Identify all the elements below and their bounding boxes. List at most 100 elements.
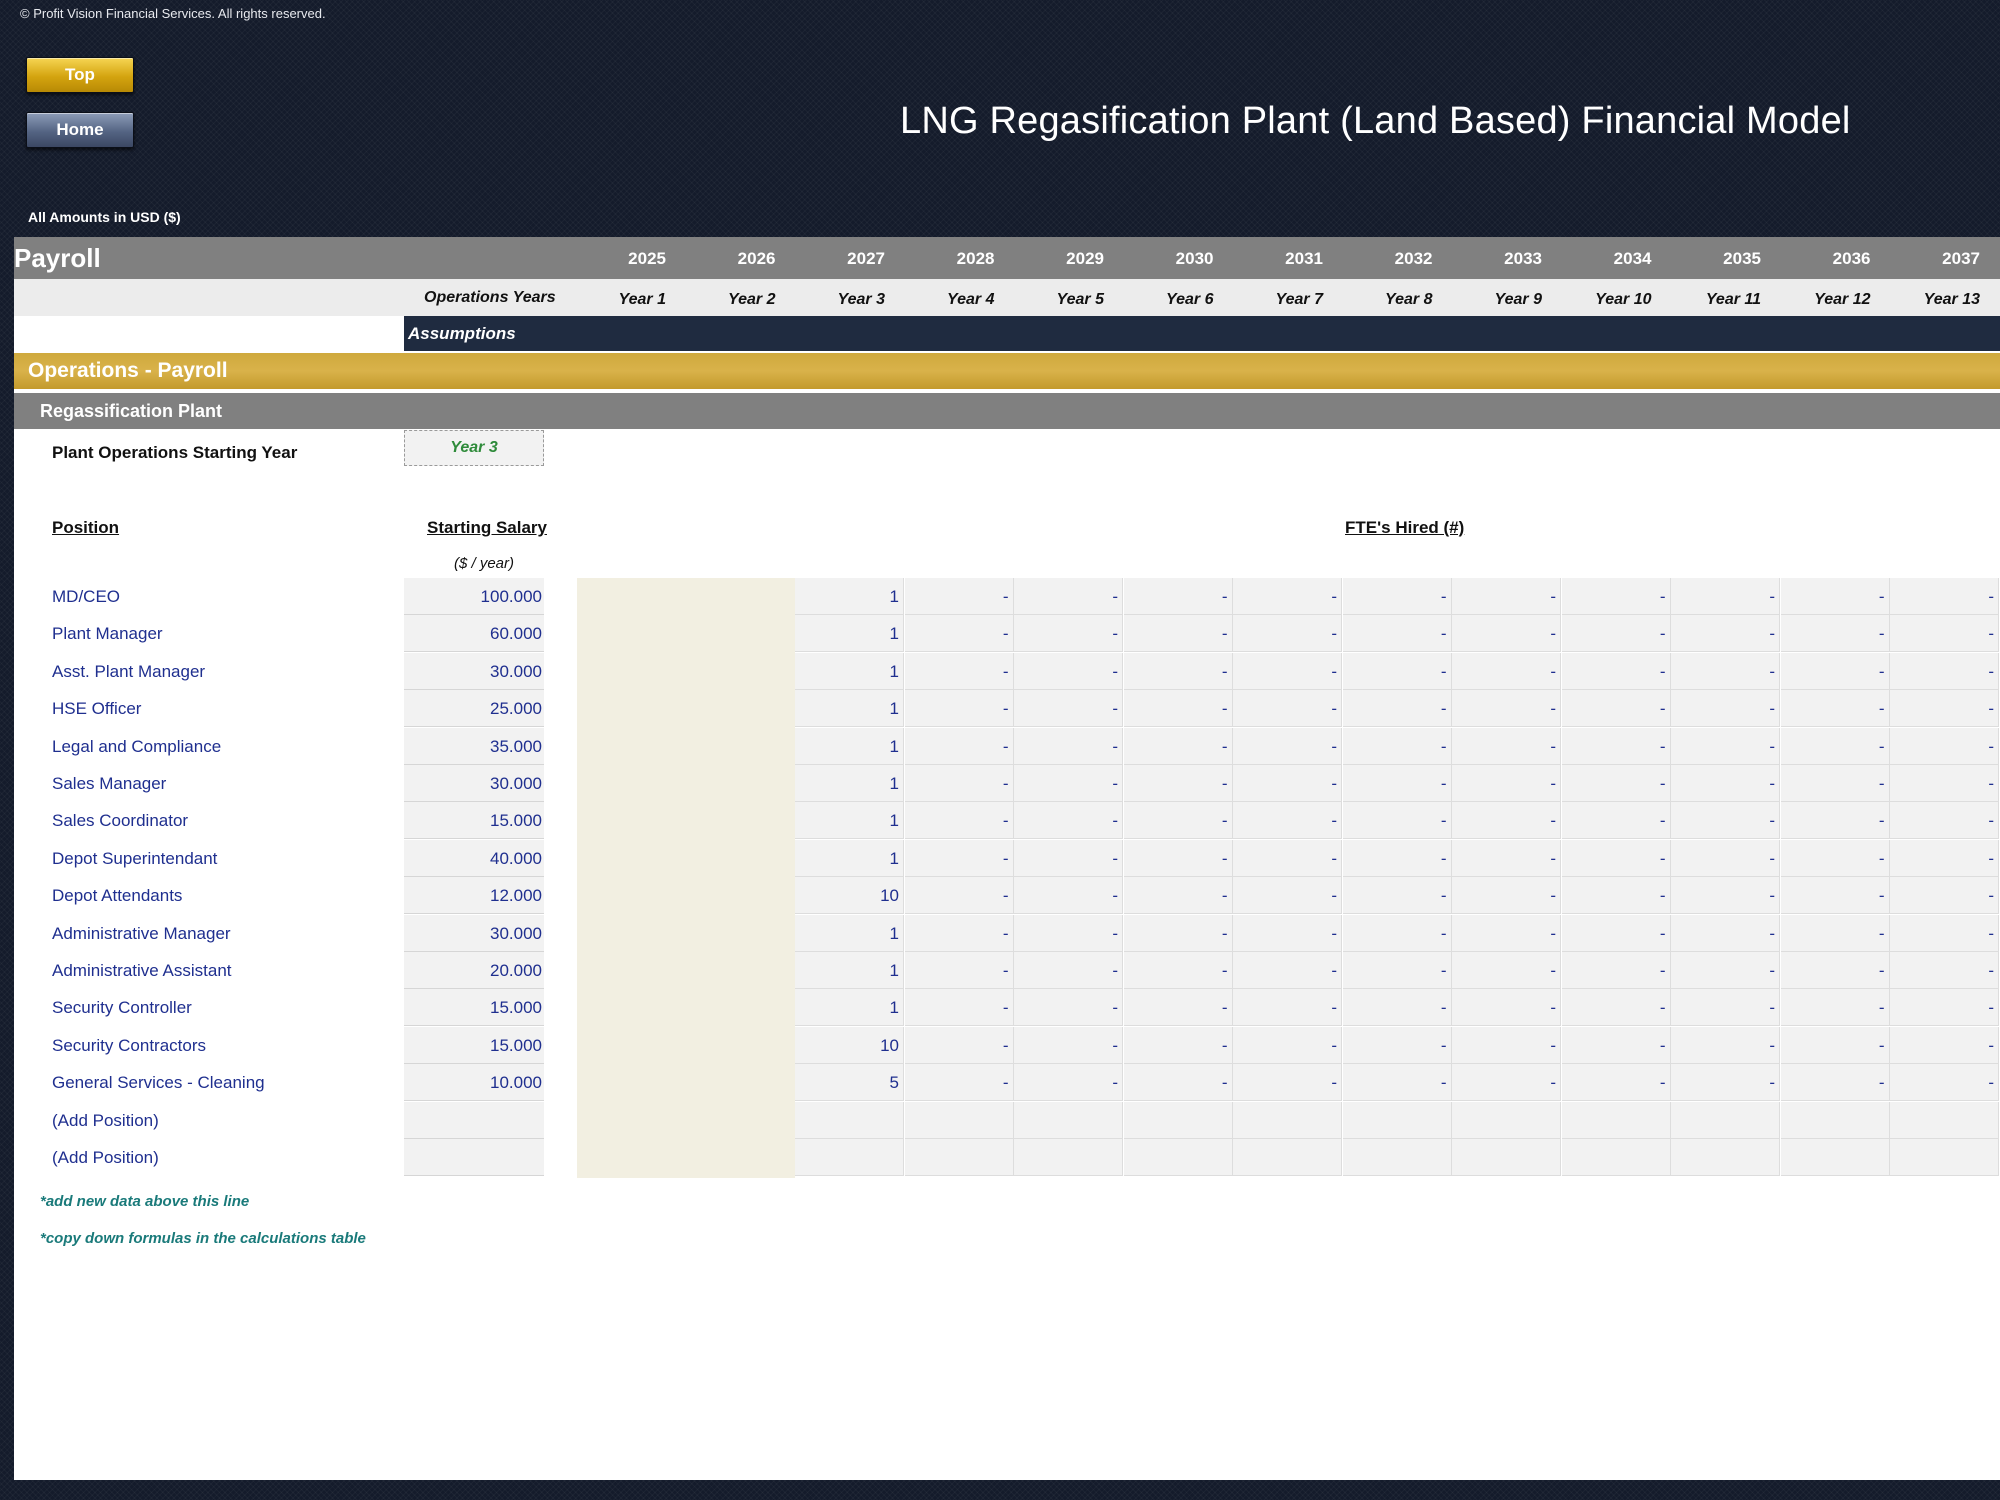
fte-cell[interactable]: - xyxy=(1014,914,1123,952)
fte-cell[interactable]: - xyxy=(1452,952,1561,989)
fte-cell[interactable]: - xyxy=(1561,727,1671,765)
fte-cell[interactable]: - xyxy=(1452,615,1561,653)
fte-cell[interactable]: - xyxy=(1890,839,1999,877)
fte-cell[interactable]: - xyxy=(1561,877,1671,915)
fte-cell[interactable]: - xyxy=(1452,839,1561,877)
position-name[interactable]: Administrative Manager xyxy=(52,924,231,944)
fte-cell[interactable]: - xyxy=(904,652,1014,690)
fte-cell[interactable]: - xyxy=(1780,839,1890,877)
fte-cell[interactable]: - xyxy=(1671,652,1780,690)
fte-cell[interactable]: - xyxy=(1671,802,1780,840)
salary-input[interactable] xyxy=(404,1139,544,1176)
fte-cell[interactable]: - xyxy=(1671,914,1780,952)
salary-input[interactable]: 30.000 xyxy=(404,914,544,952)
fte-cell[interactable]: - xyxy=(1890,578,1999,615)
fte-cell[interactable]: - xyxy=(1014,989,1123,1027)
fte-cell[interactable]: - xyxy=(1452,877,1561,915)
fte-cell[interactable] xyxy=(1890,1139,1999,1176)
fte-cell[interactable]: - xyxy=(1671,578,1780,615)
fte-cell[interactable]: - xyxy=(904,765,1014,802)
fte-cell[interactable]: 10 xyxy=(795,877,904,915)
start-year-input[interactable]: Year 3 xyxy=(404,430,544,466)
fte-cell[interactable]: - xyxy=(1123,989,1233,1027)
fte-cell[interactable] xyxy=(1561,1101,1671,1139)
fte-cell[interactable]: - xyxy=(1780,765,1890,802)
fte-cell[interactable]: - xyxy=(1671,839,1780,877)
fte-cell[interactable]: - xyxy=(1014,727,1123,765)
fte-cell[interactable]: - xyxy=(1233,989,1342,1027)
fte-cell[interactable] xyxy=(904,1101,1014,1139)
fte-cell[interactable]: - xyxy=(1452,989,1561,1027)
fte-cell[interactable] xyxy=(1342,1139,1452,1176)
fte-cell[interactable] xyxy=(1123,1101,1233,1139)
fte-cell[interactable]: - xyxy=(1671,615,1780,653)
fte-cell[interactable]: - xyxy=(1561,1064,1671,1102)
fte-cell[interactable]: - xyxy=(1561,765,1671,802)
fte-cell[interactable]: - xyxy=(1671,1026,1780,1064)
fte-cell[interactable]: - xyxy=(1123,839,1233,877)
fte-cell[interactable]: - xyxy=(1342,727,1452,765)
fte-cell[interactable]: - xyxy=(1342,690,1452,728)
fte-cell[interactable]: - xyxy=(1014,952,1123,989)
fte-cell[interactable]: - xyxy=(1780,652,1890,690)
fte-cell[interactable]: - xyxy=(1123,765,1233,802)
fte-cell[interactable]: - xyxy=(1233,952,1342,989)
fte-cell[interactable]: - xyxy=(1561,802,1671,840)
fte-cell[interactable]: - xyxy=(1342,765,1452,802)
fte-cell[interactable] xyxy=(1890,1101,1999,1139)
fte-cell[interactable] xyxy=(904,1139,1014,1176)
position-name[interactable]: Depot Superintendant xyxy=(52,849,217,869)
fte-cell[interactable]: 1 xyxy=(795,690,904,728)
position-name[interactable]: Security Contractors xyxy=(52,1036,206,1056)
fte-cell[interactable]: - xyxy=(1123,690,1233,728)
fte-cell[interactable]: - xyxy=(1342,802,1452,840)
fte-cell[interactable]: - xyxy=(1123,1064,1233,1102)
fte-cell[interactable]: - xyxy=(1890,615,1999,653)
fte-cell[interactable]: - xyxy=(1561,952,1671,989)
fte-cell[interactable]: - xyxy=(1890,914,1999,952)
fte-cell[interactable]: - xyxy=(904,877,1014,915)
fte-cell[interactable]: - xyxy=(1342,1064,1452,1102)
fte-cell[interactable]: - xyxy=(1342,1026,1452,1064)
fte-cell[interactable]: 1 xyxy=(795,952,904,989)
fte-cell[interactable] xyxy=(795,1101,904,1139)
fte-cell[interactable]: - xyxy=(1671,690,1780,728)
fte-cell[interactable] xyxy=(1671,1101,1780,1139)
position-name[interactable]: (Add Position) xyxy=(52,1111,159,1131)
fte-cell[interactable] xyxy=(1233,1139,1342,1176)
fte-cell[interactable]: - xyxy=(1452,652,1561,690)
fte-cell[interactable]: - xyxy=(1123,1026,1233,1064)
salary-input[interactable] xyxy=(404,1101,544,1139)
position-name[interactable]: Sales Manager xyxy=(52,774,166,794)
fte-cell[interactable]: - xyxy=(1452,578,1561,615)
fte-cell[interactable]: - xyxy=(1233,615,1342,653)
fte-cell[interactable]: - xyxy=(1123,952,1233,989)
fte-cell[interactable]: - xyxy=(1671,727,1780,765)
fte-cell[interactable]: - xyxy=(1123,914,1233,952)
fte-cell[interactable]: - xyxy=(904,1026,1014,1064)
fte-cell[interactable]: - xyxy=(1671,1064,1780,1102)
fte-cell[interactable]: - xyxy=(1123,802,1233,840)
fte-cell[interactable]: - xyxy=(1342,877,1452,915)
fte-cell[interactable]: - xyxy=(1014,615,1123,653)
fte-cell[interactable]: - xyxy=(1561,989,1671,1027)
fte-cell[interactable]: 1 xyxy=(795,578,904,615)
position-name[interactable]: General Services - Cleaning xyxy=(52,1073,265,1093)
fte-cell[interactable]: - xyxy=(1780,802,1890,840)
fte-cell[interactable] xyxy=(1780,1101,1890,1139)
fte-cell[interactable]: 1 xyxy=(795,914,904,952)
salary-input[interactable]: 20.000 xyxy=(404,952,544,989)
fte-cell[interactable]: - xyxy=(1342,914,1452,952)
fte-cell[interactable]: - xyxy=(1452,727,1561,765)
fte-cell[interactable]: - xyxy=(1890,690,1999,728)
position-name[interactable]: Plant Manager xyxy=(52,624,163,644)
fte-cell[interactable]: - xyxy=(1233,1064,1342,1102)
fte-cell[interactable] xyxy=(1342,1101,1452,1139)
fte-cell[interactable]: 1 xyxy=(795,615,904,653)
fte-cell[interactable]: - xyxy=(1342,578,1452,615)
fte-cell[interactable]: - xyxy=(904,839,1014,877)
position-name[interactable]: Sales Coordinator xyxy=(52,811,188,831)
fte-cell[interactable]: - xyxy=(1780,578,1890,615)
position-name[interactable]: Security Controller xyxy=(52,998,192,1018)
salary-input[interactable]: 35.000 xyxy=(404,727,544,765)
